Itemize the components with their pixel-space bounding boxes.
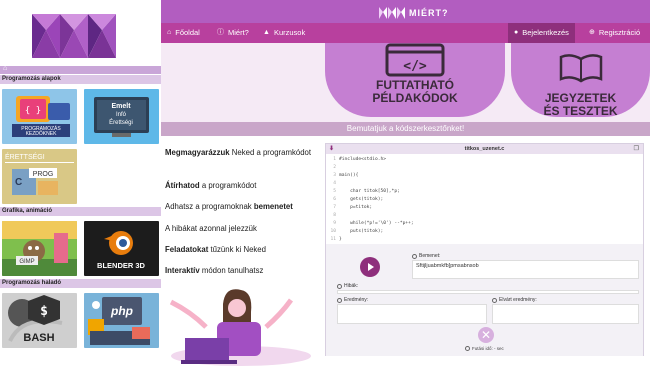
nav-courses[interactable]: ▲ Kurzusok xyxy=(263,23,305,43)
svg-text:ÉRETTSÉGI: ÉRETTSÉGI xyxy=(5,152,45,161)
nav-home[interactable]: ⌂ Főoldal xyxy=(167,23,200,43)
input-field[interactable]: Sftijljuabmkfb]pmsabnsob xyxy=(412,260,639,279)
nav-login[interactable]: ● Bejelentkezés xyxy=(508,23,575,43)
nav-register-label: Regisztráció xyxy=(598,28,641,37)
question-circle-icon: ⓘ xyxy=(217,29,224,36)
code-line: 4 xyxy=(333,181,336,186)
plus-circle-icon: ⊕ xyxy=(589,29,595,36)
hero-card-notes-title-2: ÉS TESZTEK xyxy=(543,104,618,118)
run-button[interactable] xyxy=(360,257,380,277)
svg-text:PROG: PROG xyxy=(33,171,54,178)
hero-card-examples-title-2: PÉLDAKÓDOK xyxy=(372,91,458,105)
brand[interactable]: MIÉRT? xyxy=(379,7,449,19)
code-line: 11} xyxy=(330,237,342,242)
radio-icon xyxy=(337,283,342,289)
feature-item: Átírhatod a programkódot xyxy=(165,181,257,190)
feature-item: A hibákat azonnal jelezzük xyxy=(165,224,257,233)
expected-label: Elvárt eredmény: xyxy=(492,297,537,303)
download-icon[interactable]: ⬇ xyxy=(329,144,334,154)
editor-header: ⬇ titkos_uzenet.c ❐ xyxy=(326,144,643,154)
tile-label-emelt: Emelt xyxy=(111,103,131,110)
home-icon: ⌂ xyxy=(167,29,172,36)
logo[interactable] xyxy=(0,0,161,66)
feature-item: Feladatokat tűzünk ki Neked xyxy=(165,245,266,254)
svg-text:Infó: Infó xyxy=(116,112,127,118)
svg-text:</>: </> xyxy=(403,59,427,74)
feature-item: Adhatsz a programoknak bemenetet xyxy=(165,202,293,211)
editor-banner: Bemutatjuk a kódszerkesztőnket! xyxy=(161,122,650,136)
input-label: Bemenet: xyxy=(412,253,440,259)
errors-label: Hibák: xyxy=(337,283,358,289)
code-line: 6 gets(titok); xyxy=(333,197,384,202)
nav-why-label: Miért? xyxy=(228,28,249,37)
feature-item: Megmagyarázzuk Neked a programkódot xyxy=(165,148,312,157)
code-line: 3 main(){ xyxy=(333,173,359,178)
feature-item: Interaktív módon tanulhatsz xyxy=(165,266,264,275)
code-line: 9 while(*p!='\0') --*p++; xyxy=(333,221,414,226)
book-icon xyxy=(559,54,603,83)
tile-label-php: php xyxy=(110,304,133,318)
graduation-cap-icon: ▲ xyxy=(263,29,270,36)
home-bar[interactable]: ⌂ xyxy=(0,65,161,74)
code-window-icon: </> xyxy=(385,43,445,77)
home-icon[interactable]: ⌂ xyxy=(3,65,7,72)
nav-why[interactable]: ⓘ Miért? xyxy=(217,23,249,43)
svg-text:Érettségi: Érettségi xyxy=(109,119,133,126)
expected-field xyxy=(492,304,639,324)
copy-icon[interactable]: ❐ xyxy=(634,144,639,154)
svg-text:KEZDŐKNEK: KEZDŐKNEK xyxy=(26,130,58,137)
section-title-advanced: Programozás haladó xyxy=(0,279,161,288)
clear-button[interactable]: ✕ xyxy=(478,327,494,343)
svg-text:C: C xyxy=(15,177,22,188)
course-tile-gimp[interactable]: GIMP xyxy=(2,221,77,276)
student-illustration xyxy=(169,289,311,366)
user-icon: ● xyxy=(514,29,519,36)
clock-icon xyxy=(465,346,470,351)
code-area[interactable]: 1 #include<stdio.h> 2 3 main(){ 4 5 char t… xyxy=(326,154,643,244)
nav-login-label: Bejelentkezés xyxy=(522,28,569,37)
section-title-basics: Programozás alapok xyxy=(0,75,161,84)
course-tile-php[interactable]: php xyxy=(84,293,159,348)
section-title-graphics: Grafika, animáció xyxy=(0,207,161,216)
radio-icon xyxy=(337,297,342,303)
course-tile-bash[interactable]: $ BASH xyxy=(2,293,77,348)
svg-text:$: $ xyxy=(40,304,48,319)
nav-courses-label: Kurzusok xyxy=(273,28,306,37)
radio-icon xyxy=(492,297,497,303)
hero-card-notes[interactable]: JEGYZETEK ÉS TESZTEK xyxy=(511,43,650,117)
hero: </> FUTTATHATÓ PÉLDAKÓDOK JEGYZETEK ÉS T… xyxy=(161,43,650,122)
result-field xyxy=(337,304,487,324)
editor-filename: titkos_uzenet.c xyxy=(464,146,505,152)
code-line: 7 p=titok; xyxy=(333,205,373,210)
tile-label-bash: BASH xyxy=(23,332,54,344)
result-label: Eredmény: xyxy=(337,297,368,303)
close-icon: ✕ xyxy=(480,328,492,342)
svg-text:{ }: { } xyxy=(25,106,41,116)
code-line: 10 puts(titok); xyxy=(330,229,384,234)
main-nav: ⌂ Főoldal ⓘ Miért? ▲ Kurzusok ● Bejelent… xyxy=(161,23,650,43)
brand-logo-icon xyxy=(379,7,405,19)
tile-label-blender: BLENDER 3D xyxy=(97,261,146,270)
nav-register[interactable]: ⊕ Regisztráció xyxy=(589,23,640,43)
hero-card-examples[interactable]: </> FUTTATHATÓ PÉLDAKÓDOK xyxy=(325,43,505,117)
course-tile-emelt[interactable]: Emelt Infó Érettségi xyxy=(84,89,159,144)
runtime: Futási idő: - sec xyxy=(465,346,504,351)
nav-home-label: Főoldal xyxy=(175,28,200,37)
code-line: 8 xyxy=(333,213,336,218)
sidebar: ⌂ Programozás alapok { } PROGRAMOZÁS KEZ… xyxy=(0,0,161,366)
course-tile-programozas[interactable]: { } PROGRAMOZÁS KEZDŐKNEK xyxy=(2,89,77,144)
page: ⌂ Programozás alapok { } PROGRAMOZÁS KEZ… xyxy=(0,0,650,366)
radio-icon xyxy=(412,253,417,259)
code-line: 1 #include<stdio.h> xyxy=(333,157,387,162)
code-line: 2 xyxy=(333,165,336,170)
hero-card-notes-title-1: JEGYZETEK xyxy=(544,91,617,105)
hero-card-examples-title-1: FUTTATHATÓ xyxy=(376,78,454,92)
course-tile-erettsegi[interactable]: ÉRETTSÉGI C PROG xyxy=(2,149,77,204)
course-tile-blender[interactable]: BLENDER 3D xyxy=(84,221,159,276)
brand-name: MIÉRT? xyxy=(409,8,449,18)
code-editor: ⬇ titkos_uzenet.c ❐ 1 #include<stdio.h> 2… xyxy=(325,143,644,356)
code-line: 5 char titok[50],*p; xyxy=(333,189,400,194)
tile-label-gimp: GIMP xyxy=(19,259,34,265)
errors-field xyxy=(337,290,639,294)
